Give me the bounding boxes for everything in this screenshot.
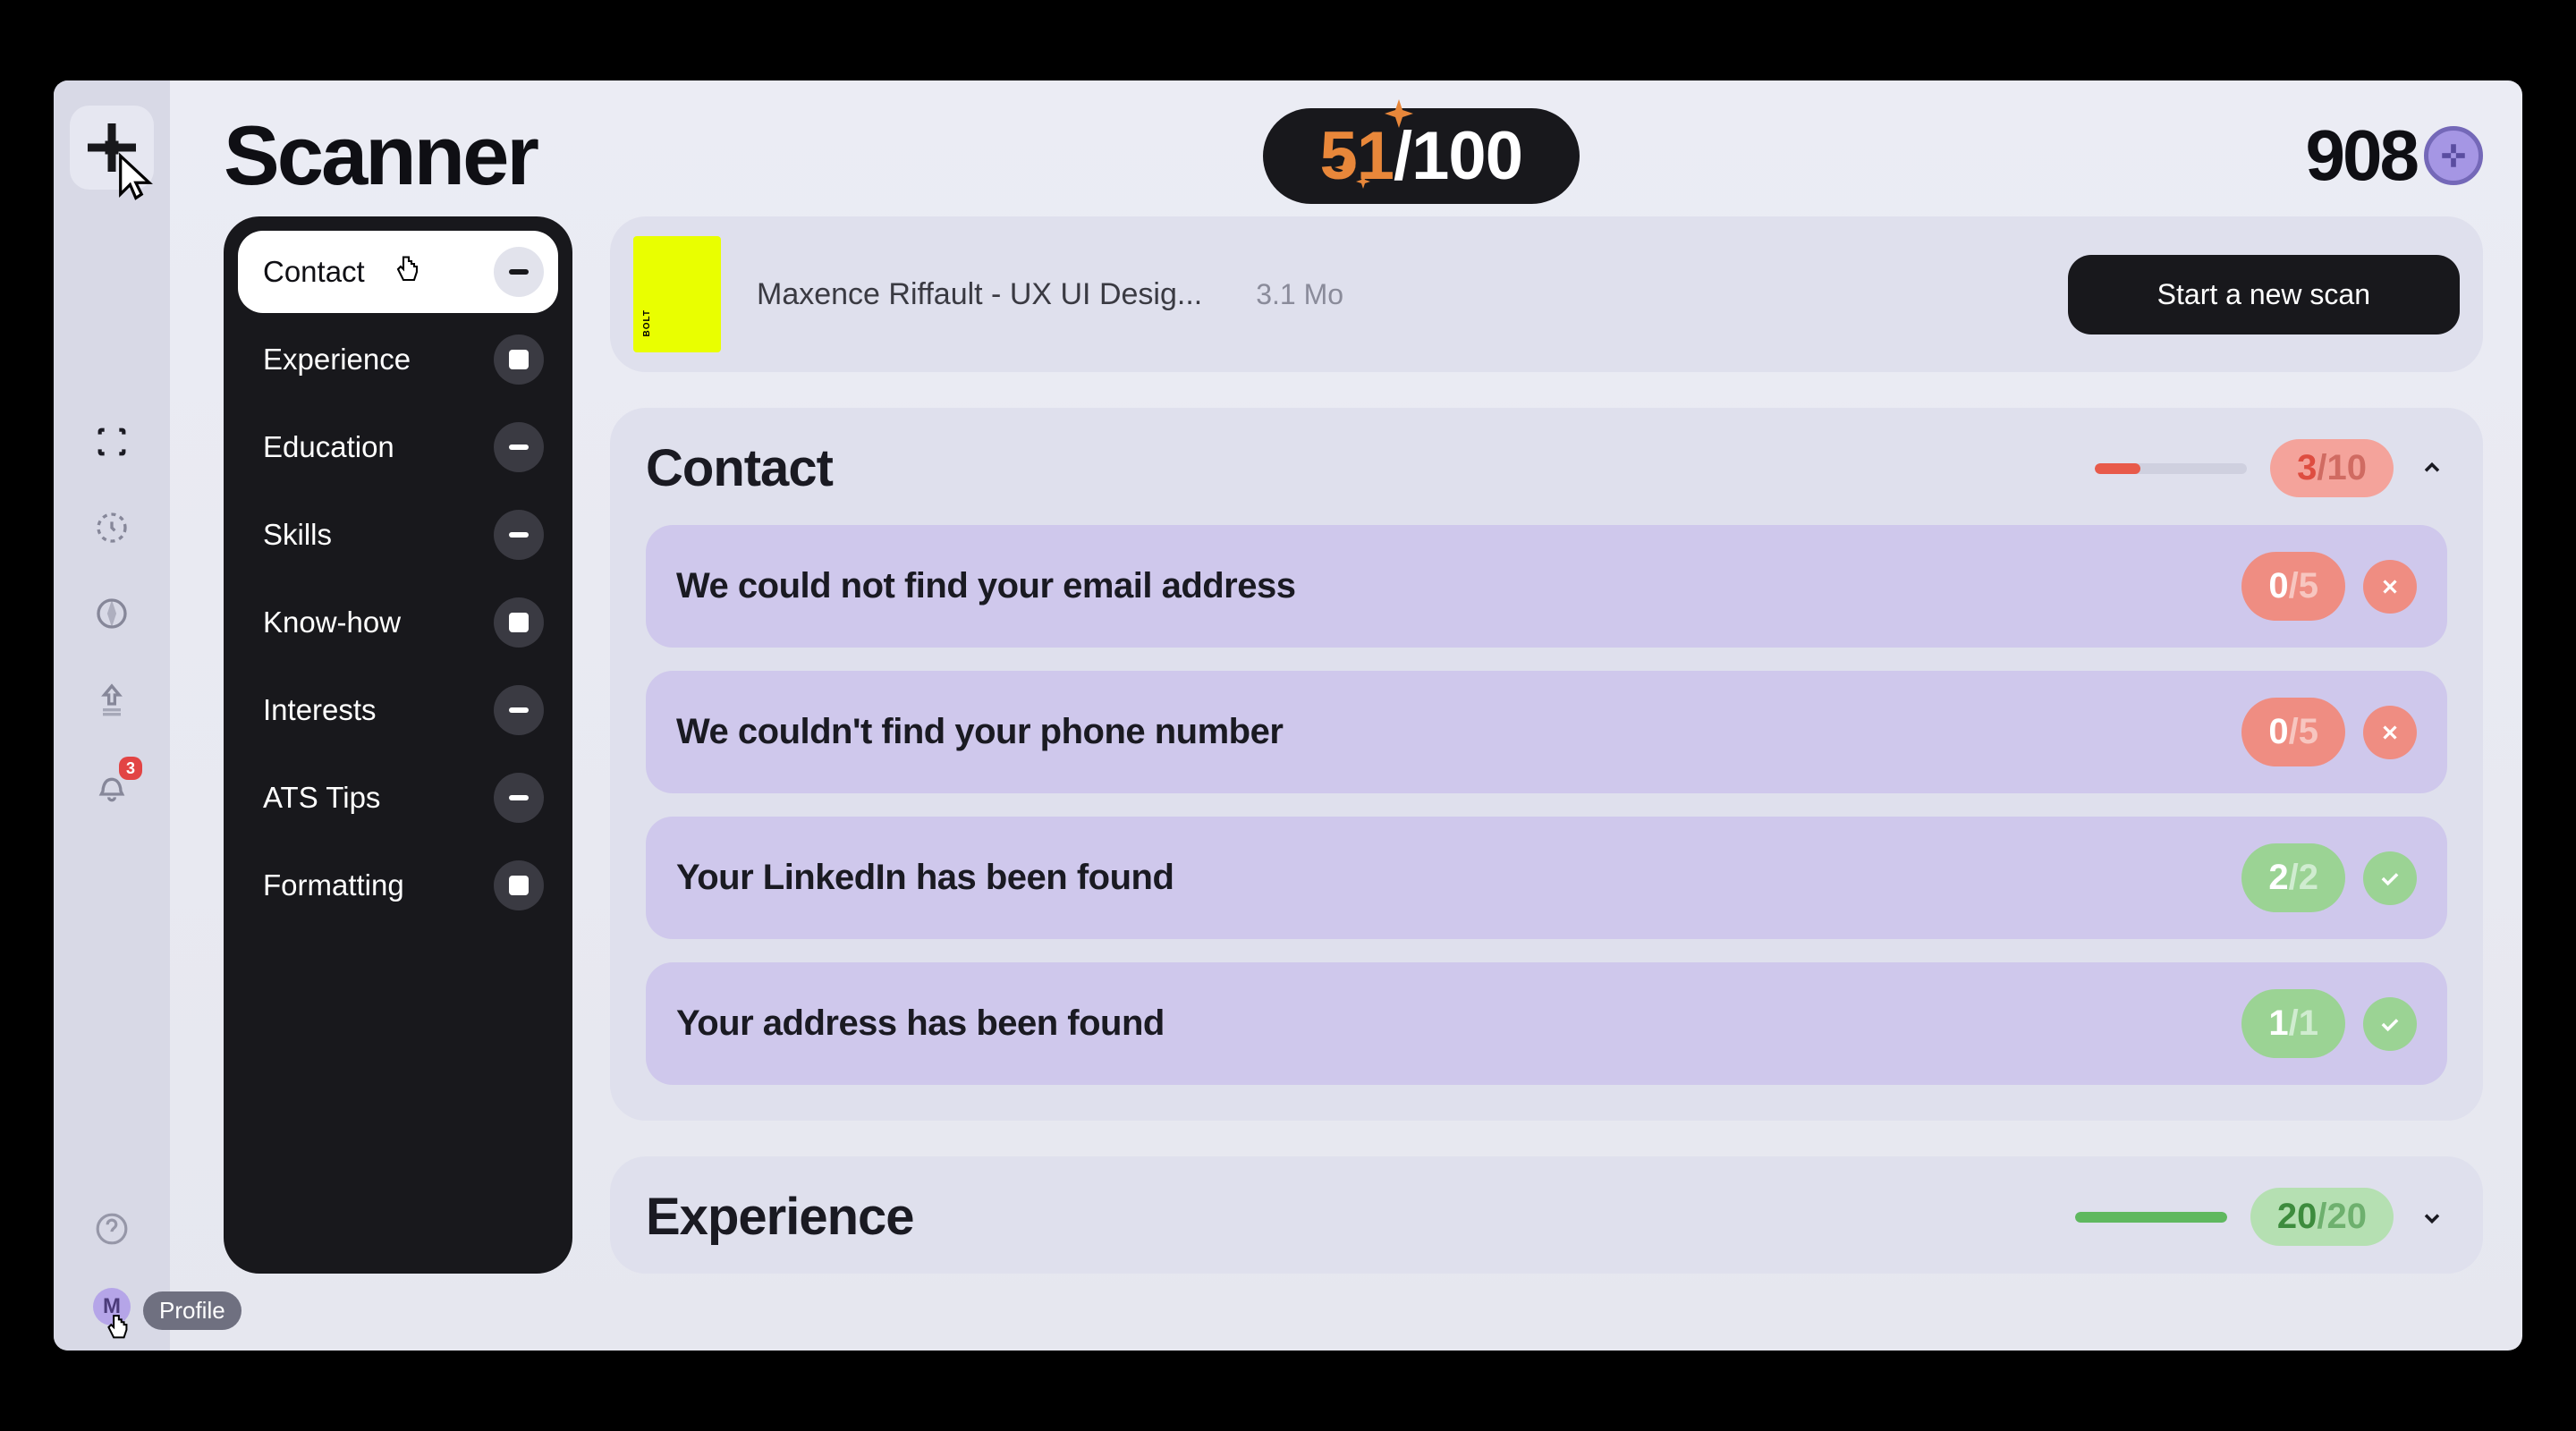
category-item-formatting[interactable]: Formatting — [238, 844, 558, 927]
thumb-text: BOLT — [642, 309, 652, 336]
category-status-icon — [494, 334, 544, 385]
nav-bell-icon[interactable]: 3 — [92, 766, 131, 805]
category-item-skills[interactable]: Skills — [238, 494, 558, 576]
issue-text: Your address has been found — [676, 1003, 1165, 1044]
category-item-ats-tips[interactable]: ATS Tips — [238, 757, 558, 839]
coin-icon — [2424, 126, 2483, 185]
main: Scanner 51/100 908 Contact Experience Educ… — [170, 80, 2522, 1351]
profile-tooltip: Profile — [143, 1291, 242, 1330]
issue-text: Your LinkedIn has been found — [676, 858, 1174, 898]
progress-bar — [2075, 1212, 2227, 1223]
points-value: 908 — [2306, 114, 2417, 197]
issue-score-badge: 0/5 — [2241, 698, 2345, 766]
category-status-icon — [494, 860, 544, 910]
issue-row[interactable]: We could not find your email address 0/5 — [646, 525, 2447, 648]
issue-text: We couldn't find your phone number — [676, 712, 1283, 752]
nav-compass-icon[interactable] — [92, 594, 131, 633]
sidebar: 3 M Profile — [54, 80, 170, 1351]
nav-history-icon[interactable] — [92, 508, 131, 547]
notification-badge: 3 — [119, 757, 142, 780]
header: Scanner 51/100 908 — [224, 107, 2483, 204]
sparkles-icon — [1324, 92, 1431, 199]
category-label: ATS Tips — [263, 781, 380, 815]
issue-row[interactable]: We couldn't find your phone number 0/5 — [646, 671, 2447, 793]
check-icon — [2363, 851, 2417, 905]
section-title: Contact — [646, 438, 833, 498]
category-item-education[interactable]: Education — [238, 406, 558, 488]
page-title: Scanner — [224, 107, 537, 204]
section-score-badge: 20/20 — [2250, 1188, 2394, 1246]
category-status-icon — [494, 773, 544, 823]
category-label: Contact — [263, 255, 365, 289]
issue-row[interactable]: Your LinkedIn has been found 2/2 — [646, 817, 2447, 939]
category-status-icon — [494, 685, 544, 735]
score-num: 20 — [2277, 1197, 2318, 1237]
cross-icon — [2363, 560, 2417, 614]
hand-cursor-icon — [100, 1309, 132, 1345]
category-status-icon — [494, 597, 544, 648]
category-status-icon — [494, 422, 544, 472]
issue-score-badge: 1/1 — [2241, 989, 2345, 1058]
category-item-experience[interactable]: Experience — [238, 318, 558, 401]
file-thumbnail: BOLT — [633, 236, 721, 352]
file-name: Maxence Riffault - UX UI Desig... — [757, 277, 1202, 312]
section-score-badge: 3/10 — [2270, 439, 2394, 497]
cross-icon — [2363, 706, 2417, 759]
file-size: 3.1 Mo — [1256, 278, 1343, 311]
category-item-contact[interactable]: Contact — [238, 231, 558, 313]
issue-score-badge: 0/5 — [2241, 552, 2345, 621]
hand-cursor-icon — [390, 250, 422, 288]
score-pill: 51/100 — [1263, 108, 1580, 204]
category-label: Education — [263, 430, 394, 464]
progress-bar — [2095, 463, 2247, 474]
category-label: Experience — [263, 343, 411, 377]
check-icon — [2363, 997, 2417, 1051]
cursor-icon — [111, 152, 165, 206]
category-status-icon — [494, 510, 544, 560]
app-logo[interactable] — [70, 106, 154, 190]
issue-score-badge: 2/2 — [2241, 843, 2345, 912]
issue-row[interactable]: Your address has been found 1/1 — [646, 962, 2447, 1085]
category-label: Formatting — [263, 868, 404, 902]
category-item-know-how[interactable]: Know-how — [238, 581, 558, 664]
category-label: Know-how — [263, 605, 401, 639]
category-label: Skills — [263, 518, 332, 552]
category-status-icon — [494, 247, 544, 297]
expand-toggle-icon[interactable] — [2417, 1202, 2447, 1232]
nav-scan-icon[interactable] — [92, 422, 131, 461]
points: 908 — [2306, 114, 2483, 197]
section-title: Experience — [646, 1187, 914, 1247]
category-label: Interests — [263, 693, 377, 727]
score-den: /20 — [2317, 1197, 2367, 1237]
score-den: /10 — [2317, 448, 2367, 488]
category-item-interests[interactable]: Interests — [238, 669, 558, 751]
nav-upload-icon[interactable] — [92, 680, 131, 719]
section-contact: Contact 3/10 We could not find your emai… — [610, 408, 2483, 1121]
avatar[interactable]: M Profile — [93, 1288, 131, 1325]
categories-panel: Contact Experience Education Skills Know-how… — [224, 216, 572, 1274]
issue-text: We could not find your email address — [676, 566, 1296, 606]
file-bar: BOLT Maxence Riffault - UX UI Desig... 3… — [610, 216, 2483, 372]
new-scan-button[interactable]: Start a new scan — [2068, 255, 2460, 334]
help-icon[interactable] — [92, 1209, 131, 1249]
collapse-toggle-icon[interactable] — [2417, 453, 2447, 484]
section-experience: Experience 20/20 — [610, 1156, 2483, 1274]
score-num: 3 — [2297, 448, 2317, 488]
